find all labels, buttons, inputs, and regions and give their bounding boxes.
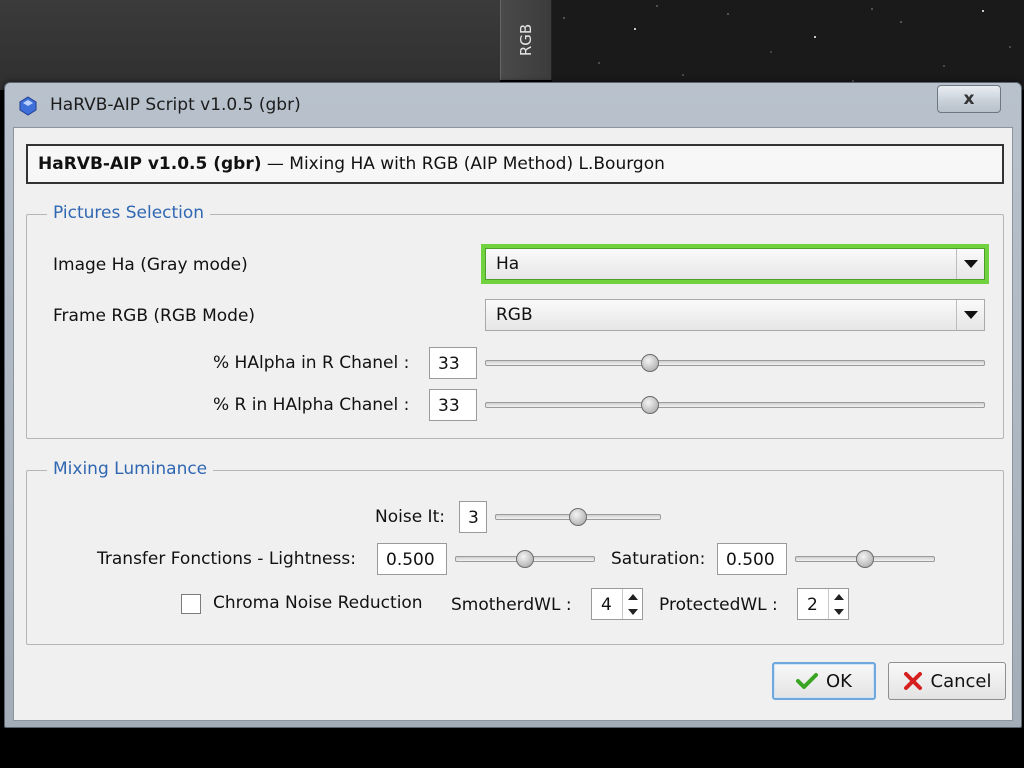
spin-up-icon[interactable]	[623, 589, 642, 604]
slider-track	[485, 402, 985, 408]
checkmark-icon	[796, 673, 818, 689]
r-in-halpha-input[interactable]: 33	[429, 389, 477, 421]
protected-spinbox[interactable]: 2	[797, 588, 849, 620]
script-header: HaRVB-AIP v1.0.5 (gbr) — Mixing HA with …	[26, 144, 1004, 184]
ok-label: OK	[826, 670, 852, 692]
smothered-label: SmotherdWL :	[451, 595, 572, 615]
script-name: HaRVB-AIP v1.0.5 (gbr)	[38, 154, 262, 174]
chroma-noise-checkbox[interactable]	[181, 594, 201, 614]
frame-rgb-value: RGB	[496, 305, 533, 325]
r-in-halpha-slider[interactable]	[485, 395, 985, 415]
frame-rgb-label: Frame RGB (RGB Mode)	[53, 306, 256, 326]
bottom-bar	[0, 728, 1024, 768]
window-title: HaRVB-AIP Script v1.0.5 (gbr)	[50, 95, 301, 115]
cancel-button[interactable]: Cancel	[888, 662, 1006, 700]
side-tab-label: RGB	[517, 23, 535, 57]
slider-handle[interactable]	[569, 508, 587, 526]
slider-handle[interactable]	[516, 550, 534, 568]
chevron-down-icon[interactable]	[956, 300, 984, 330]
protected-label: ProtectedWL :	[659, 595, 778, 615]
slider-track	[485, 360, 985, 366]
saturation-slider[interactable]	[795, 549, 935, 569]
mixing-luminance-title: Mixing Luminance	[47, 459, 214, 479]
pictures-selection-group: Pictures Selection Image Ha (Gray mode) …	[26, 203, 1004, 439]
spin-up-icon[interactable]	[829, 589, 848, 604]
smothered-value: 4	[601, 595, 612, 615]
halpha-in-r-label: % HAlpha in R Chanel :	[213, 353, 410, 373]
halpha-in-r-slider[interactable]	[485, 353, 985, 373]
image-ha-value: Ha	[496, 254, 520, 274]
slider-handle[interactable]	[641, 396, 659, 414]
ok-button[interactable]: OK	[772, 662, 876, 700]
spin-down-icon[interactable]	[623, 604, 642, 619]
protected-value: 2	[807, 595, 818, 615]
cancel-label: Cancel	[930, 670, 992, 692]
chevron-down-icon[interactable]	[956, 249, 984, 279]
app-logo-icon	[19, 96, 37, 116]
noise-slider[interactable]	[495, 507, 661, 527]
close-button[interactable]: x	[937, 85, 1001, 113]
halpha-in-r-input[interactable]: 33	[429, 347, 477, 379]
script-description: — Mixing HA with RGB (AIP Method) L.Bour…	[266, 154, 665, 174]
dialog-content: HaRVB-AIP v1.0.5 (gbr) — Mixing HA with …	[13, 127, 1013, 721]
frame-rgb-select[interactable]: RGB	[485, 299, 985, 331]
side-tab-rgb[interactable]: RGB	[500, 0, 552, 80]
noise-input[interactable]: 3	[459, 501, 487, 533]
title-bar[interactable]: HaRVB-AIP Script v1.0.5 (gbr) x	[5, 83, 1021, 127]
chroma-noise-label: Chroma Noise Reduction	[213, 593, 423, 613]
noise-label: Noise It:	[375, 507, 445, 527]
image-ha-select[interactable]: Ha	[485, 248, 985, 280]
spin-down-icon[interactable]	[829, 604, 848, 619]
saturation-label: Saturation:	[611, 549, 706, 569]
smothered-spinbox[interactable]: 4	[591, 588, 643, 620]
pictures-selection-title: Pictures Selection	[47, 203, 211, 223]
mixing-luminance-group: Mixing Luminance Noise It: 3 Transfer Fo…	[26, 459, 1004, 645]
slider-handle[interactable]	[856, 550, 874, 568]
script-dialog: HaRVB-AIP Script v1.0.5 (gbr) x HaRVB-AI…	[4, 82, 1022, 728]
slider-handle[interactable]	[641, 354, 659, 372]
lightness-slider[interactable]	[455, 549, 595, 569]
lightness-input[interactable]: 0.500	[377, 543, 447, 575]
r-in-halpha-label: % R in HAlpha Chanel :	[213, 395, 410, 415]
saturation-input[interactable]: 0.500	[717, 543, 787, 575]
lightness-label: Transfer Fonctions - Lightness:	[97, 549, 356, 569]
workspace-area	[0, 0, 500, 90]
image-ha-label: Image Ha (Gray mode)	[53, 255, 248, 275]
close-icon: x	[963, 89, 975, 109]
starfield-image	[552, 0, 1024, 90]
cancel-x-icon	[903, 672, 922, 690]
